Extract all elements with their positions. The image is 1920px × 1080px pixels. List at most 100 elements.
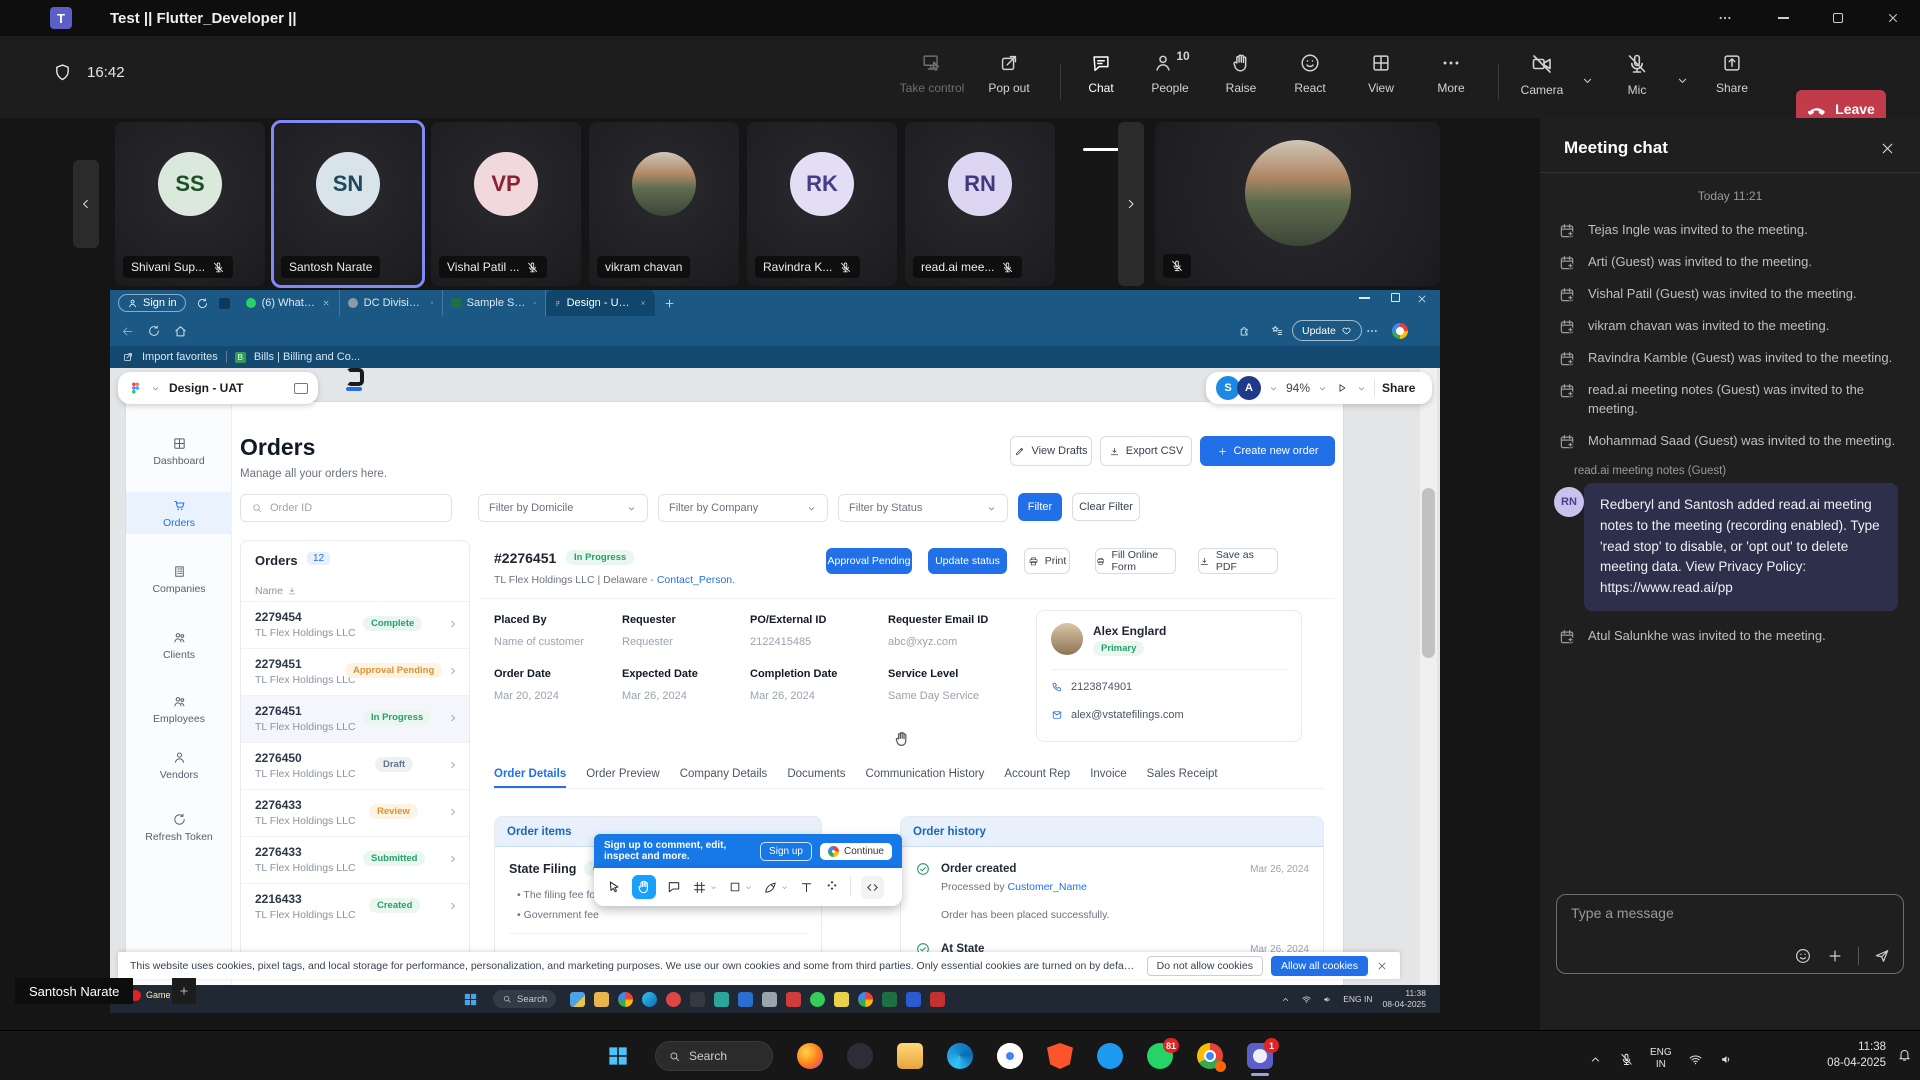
extensions-icon[interactable]	[1238, 324, 1252, 338]
tab-communication-history[interactable]: Communication History	[865, 768, 984, 788]
filter-company-dropdown[interactable]: Filter by Company	[658, 494, 828, 522]
close-tab-icon[interactable]	[533, 298, 537, 308]
close-tab-icon[interactable]	[430, 298, 434, 308]
tab-sales-receipt[interactable]: Sales Receipt	[1147, 768, 1218, 788]
update-status-button[interactable]: Update status	[928, 548, 1007, 574]
window-more-icon[interactable]	[1702, 0, 1748, 36]
sidebar-item-refresh-token[interactable]: Refresh Token	[126, 812, 232, 843]
filter-status-dropdown[interactable]: Filter by Status	[838, 494, 1008, 522]
search-input[interactable]: Search	[493, 990, 556, 1008]
whatsapp-icon[interactable]: 81	[1147, 1043, 1173, 1069]
app-icon[interactable]	[714, 992, 729, 1007]
file-explorer-icon[interactable]	[897, 1043, 923, 1069]
start-button[interactable]	[605, 1043, 631, 1069]
sidebar-item-dashboard[interactable]: Dashboard	[126, 436, 232, 467]
spotlight-video-tile[interactable]	[1155, 122, 1440, 286]
order-row-selected[interactable]: 2276451TL Flex Holdings LLCIn Progress	[241, 695, 469, 742]
tray-chevron-up-icon[interactable]	[1588, 1052, 1603, 1067]
camera-button[interactable]: Camera	[1510, 52, 1574, 97]
fill-online-form-button[interactable]: Fill Online Form	[1095, 548, 1176, 574]
mic-options-chevron-icon[interactable]	[1675, 72, 1690, 90]
browser-signin-button[interactable]: Sign in	[118, 294, 186, 312]
pop-out-button[interactable]: Pop out	[977, 52, 1041, 95]
save-as-pdf-button[interactable]: Save as PDF	[1198, 548, 1278, 574]
order-row[interactable]: 2279454TL Flex Holdings LLCComplete	[241, 601, 469, 648]
browser-menu-icon[interactable]	[1365, 324, 1379, 338]
favorites-bar-icon[interactable]	[1270, 324, 1284, 338]
signup-button[interactable]: Sign up	[760, 842, 812, 861]
app-icon[interactable]	[786, 992, 801, 1007]
chrome-icon[interactable]	[618, 992, 633, 1007]
browser-scrollbar[interactable]	[1420, 368, 1437, 985]
dev-mode-icon[interactable]	[861, 876, 884, 899]
components-tool-icon[interactable]	[824, 879, 840, 895]
more-button[interactable]: More	[1419, 52, 1483, 95]
file-explorer-icon[interactable]	[594, 992, 609, 1007]
wifi-icon[interactable]	[1688, 1052, 1703, 1067]
chat-input-box[interactable]	[1556, 894, 1904, 974]
vertical-tabs-icon[interactable]	[219, 298, 230, 309]
clock[interactable]: 11:3808-04-2025	[1383, 988, 1426, 1010]
back-icon[interactable]	[120, 324, 135, 339]
window-close-button[interactable]	[1870, 0, 1916, 36]
zoom-level[interactable]: 94%	[1286, 381, 1310, 395]
tray-chevron-up-icon[interactable]	[1280, 994, 1291, 1005]
previous-tiles-button[interactable]	[73, 160, 99, 248]
tab-order-details[interactable]: Order Details	[494, 768, 566, 788]
react-button[interactable]: React	[1278, 52, 1342, 95]
tab-documents[interactable]: Documents	[787, 768, 845, 788]
edge-icon[interactable]	[947, 1043, 973, 1069]
approval-pending-button[interactable]: Approval Pending	[826, 548, 912, 574]
chevron-down-icon[interactable]	[1317, 383, 1328, 394]
browser-maximize-icon[interactable]	[1391, 293, 1400, 302]
export-csv-button[interactable]: Export CSV	[1100, 436, 1192, 466]
order-row[interactable]: 2276433TL Flex Holdings LLCSubmitted	[241, 836, 469, 883]
attach-plus-icon[interactable]	[1826, 947, 1844, 965]
whatsapp-icon[interactable]	[810, 992, 825, 1007]
language-indicator[interactable]: ENG IN	[1343, 994, 1372, 1004]
notifications-bell-icon[interactable]	[1897, 1047, 1912, 1062]
tab-company-details[interactable]: Company Details	[680, 768, 768, 788]
contact-person-link[interactable]: Contact_Person.	[657, 574, 735, 586]
sidebar-item-clients[interactable]: Clients	[126, 630, 232, 661]
browser-tab[interactable]: (6) WhatsApp	[238, 290, 340, 316]
video-tile[interactable]: SN Santosh Narate	[273, 122, 423, 286]
shape-tool-icon[interactable]	[728, 880, 753, 894]
adobe-pdf-icon[interactable]	[930, 992, 945, 1007]
filter-button[interactable]: Filter	[1018, 493, 1062, 521]
close-chat-icon[interactable]	[1879, 140, 1896, 157]
close-cookie-icon[interactable]	[1376, 960, 1388, 972]
contact-phone[interactable]: 2123874901	[1051, 681, 1132, 693]
message-input[interactable]	[1571, 905, 1889, 921]
sidebar-item-employees[interactable]: Employees	[126, 694, 232, 725]
twitter-icon[interactable]	[1097, 1043, 1123, 1069]
camera-options-chevron-icon[interactable]	[1580, 72, 1595, 90]
view-drafts-button[interactable]: View Drafts	[1010, 436, 1092, 466]
brave-icon[interactable]	[1047, 1043, 1073, 1069]
browser-tab[interactable]: Sample Salary Structure with calc	[443, 290, 546, 316]
taskbar-search[interactable]: Search	[655, 1041, 773, 1071]
filter-domicile-dropdown[interactable]: Filter by Domicile	[478, 494, 648, 522]
word-icon[interactable]	[906, 992, 921, 1007]
browser-tab-active[interactable]: Design - UAT – Figma	[546, 290, 655, 316]
emoji-icon[interactable]	[1794, 947, 1812, 965]
refresh-icon[interactable]	[147, 324, 161, 338]
pages-panel-icon[interactable]	[294, 383, 308, 394]
tab-order-preview[interactable]: Order Preview	[586, 768, 660, 788]
frame-tool-icon[interactable]	[692, 880, 718, 895]
hand-tool-icon[interactable]	[632, 875, 656, 899]
chrome-icon[interactable]	[997, 1043, 1023, 1069]
presenter-add-icon[interactable]	[172, 978, 196, 1004]
tab-invoice[interactable]: Invoice	[1090, 768, 1126, 788]
deny-cookies-button[interactable]: Do not allow cookies	[1147, 956, 1263, 976]
video-tile[interactable]: RK Ravindra K...	[747, 122, 897, 286]
customer-name-link[interactable]: Customer_Name	[1008, 881, 1087, 893]
browser-close-icon[interactable]	[1416, 293, 1428, 305]
teams-icon[interactable]: 1	[1247, 1043, 1273, 1069]
chat-button[interactable]: Chat	[1069, 52, 1133, 95]
browser-minimize-icon[interactable]	[1359, 297, 1370, 299]
bookmark-import[interactable]: Import favorites	[142, 351, 218, 363]
window-maximize-button[interactable]	[1815, 0, 1861, 36]
video-tile[interactable]: RN read.ai mee...	[905, 122, 1055, 286]
sidebar-item-orders[interactable]: Orders	[126, 498, 232, 529]
